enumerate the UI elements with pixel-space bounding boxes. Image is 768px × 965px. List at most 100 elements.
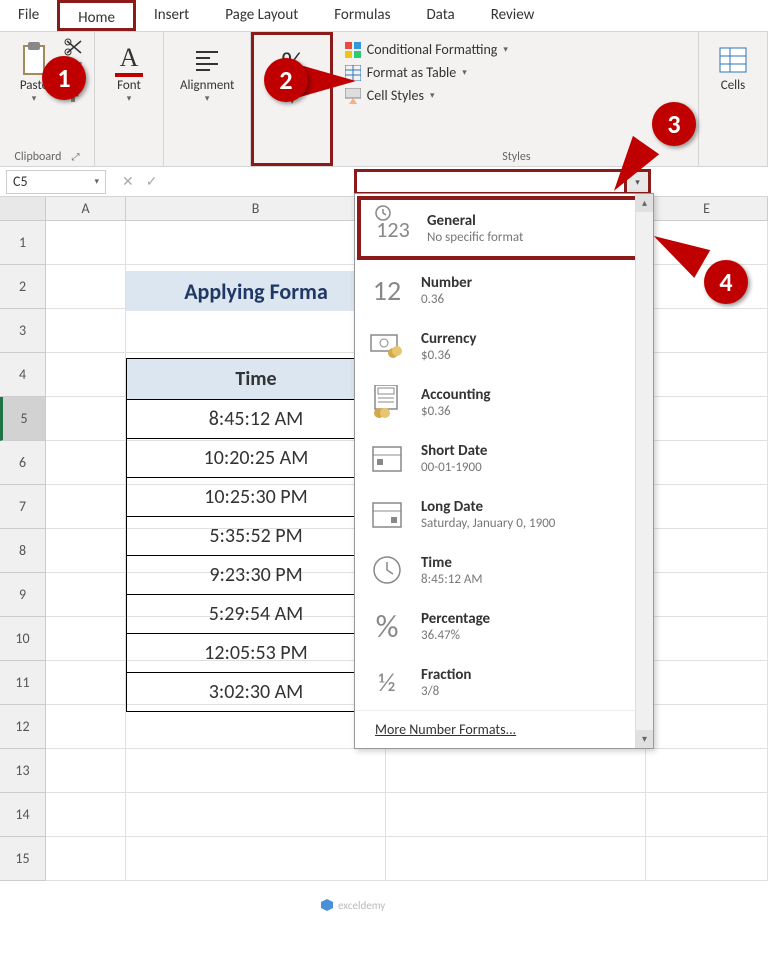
number-format-percentage[interactable]: %Percentage36.47% <box>355 598 653 654</box>
row-header[interactable]: 2 <box>0 265 46 309</box>
table-row[interactable]: 9:23:30 PM <box>126 556 386 595</box>
font-icon: A <box>111 42 147 78</box>
more-number-formats-link[interactable]: More Number Formats... <box>355 710 653 748</box>
callout-pointer-2 <box>300 65 356 97</box>
row-header[interactable]: 3 <box>0 309 46 353</box>
col-header-b[interactable]: B <box>126 197 386 220</box>
cell[interactable] <box>386 837 646 881</box>
cell[interactable] <box>46 397 126 441</box>
cell[interactable] <box>126 793 386 837</box>
cell-styles-button[interactable]: Cell Styles▾ <box>345 87 435 104</box>
number-format-long-date[interactable]: Long DateSaturday, January 0, 1900 <box>355 486 653 542</box>
scroll-down-icon[interactable]: ▾ <box>636 730 653 748</box>
row-header[interactable]: 5 <box>0 397 46 441</box>
cell[interactable] <box>646 353 768 397</box>
cell[interactable] <box>46 793 126 837</box>
number-format-currency[interactable]: Currency$0.36 <box>355 318 653 374</box>
cell[interactable] <box>46 705 126 749</box>
cell[interactable] <box>646 661 768 705</box>
row-header[interactable]: 6 <box>0 441 46 485</box>
row-header[interactable]: 10 <box>0 617 46 661</box>
dialog-launcher-icon[interactable]: ⤢ <box>71 150 79 163</box>
number-format-number[interactable]: 12Number0.36 <box>355 262 653 318</box>
cell[interactable] <box>46 221 126 265</box>
tab-review[interactable]: Review <box>473 0 553 31</box>
cell[interactable] <box>46 485 126 529</box>
tab-home[interactable]: Home <box>57 0 136 31</box>
table-row[interactable]: 5:29:54 AM <box>126 595 386 634</box>
select-all-corner[interactable] <box>0 197 46 220</box>
row-header[interactable]: 12 <box>0 705 46 749</box>
callout-badge-3: 3 <box>652 102 696 146</box>
number-format-general[interactable]: 123GeneralNo specific format <box>357 196 651 260</box>
tab-file[interactable]: File <box>0 0 57 31</box>
dropdown-scrollbar[interactable]: ▴ ▾ <box>635 194 653 748</box>
cell[interactable] <box>46 309 126 353</box>
cell[interactable] <box>646 529 768 573</box>
col-header-e[interactable]: E <box>646 197 768 220</box>
cell[interactable] <box>646 705 768 749</box>
format-as-table-button[interactable]: Format as Table▾ <box>345 64 467 81</box>
row-header[interactable]: 14 <box>0 793 46 837</box>
cell[interactable] <box>126 749 386 793</box>
row-header[interactable]: 1 <box>0 221 46 265</box>
col-header-a[interactable]: A <box>46 197 126 220</box>
tab-page-layout[interactable]: Page Layout <box>207 0 316 31</box>
table-row[interactable]: 12:05:53 PM <box>126 634 386 673</box>
scroll-up-icon[interactable]: ▴ <box>636 194 653 212</box>
cell[interactable] <box>46 529 126 573</box>
tab-data[interactable]: Data <box>408 0 472 31</box>
cell[interactable] <box>46 749 126 793</box>
cell[interactable] <box>386 749 646 793</box>
cell[interactable] <box>646 749 768 793</box>
format-icon: % <box>367 608 407 644</box>
cell[interactable] <box>126 221 386 265</box>
font-button[interactable]: A Font ▾ <box>105 38 153 108</box>
tab-formulas[interactable]: Formulas <box>316 0 408 31</box>
cell[interactable] <box>46 837 126 881</box>
tab-insert[interactable]: Insert <box>136 0 207 31</box>
row-header[interactable]: 13 <box>0 749 46 793</box>
ribbon-tabs: File Home Insert Page Layout Formulas Da… <box>0 0 768 32</box>
conditional-formatting-button[interactable]: Conditional Formatting▾ <box>345 41 508 58</box>
cell[interactable] <box>646 837 768 881</box>
row-header[interactable]: 9 <box>0 573 46 617</box>
cells-button[interactable]: Cells <box>709 38 757 97</box>
cell[interactable] <box>46 265 126 309</box>
number-format-fraction[interactable]: ½Fraction3/8 <box>355 654 653 710</box>
cell[interactable] <box>646 573 768 617</box>
enter-icon[interactable]: ✓ <box>146 173 158 190</box>
cell[interactable] <box>646 617 768 661</box>
cell[interactable] <box>46 617 126 661</box>
cut-icon[interactable] <box>64 38 84 56</box>
cell[interactable] <box>46 661 126 705</box>
row-header[interactable]: 15 <box>0 837 46 881</box>
cell[interactable] <box>126 837 386 881</box>
cell[interactable] <box>46 353 126 397</box>
row-header[interactable]: 4 <box>0 353 46 397</box>
table-row[interactable]: 3:02:30 AM <box>126 673 386 712</box>
table-row[interactable]: 5:35:52 PM <box>126 517 386 556</box>
row-header[interactable]: 8 <box>0 529 46 573</box>
cell[interactable] <box>646 441 768 485</box>
number-format-selector[interactable]: ▾ <box>354 169 627 195</box>
name-box[interactable]: C5 ▾ <box>6 170 106 194</box>
cell[interactable] <box>646 309 768 353</box>
cell[interactable] <box>46 441 126 485</box>
number-format-short-date[interactable]: Short Date00-01-1900 <box>355 430 653 486</box>
cancel-icon[interactable]: ✕ <box>122 173 134 190</box>
cell[interactable] <box>46 573 126 617</box>
table-row[interactable]: 10:20:25 AM <box>126 439 386 478</box>
number-format-time[interactable]: Time8:45:12 AM <box>355 542 653 598</box>
alignment-button[interactable]: Alignment ▾ <box>174 38 240 108</box>
number-format-accounting[interactable]: Accounting$0.36 <box>355 374 653 430</box>
cell[interactable] <box>126 309 386 353</box>
cell[interactable] <box>646 793 768 837</box>
row-header[interactable]: 7 <box>0 485 46 529</box>
cell[interactable] <box>646 485 768 529</box>
cell[interactable] <box>386 793 646 837</box>
row-header[interactable]: 11 <box>0 661 46 705</box>
cell[interactable] <box>646 397 768 441</box>
table-row[interactable]: 10:25:30 PM <box>126 478 386 517</box>
table-row[interactable]: 8:45:12 AM <box>126 400 386 439</box>
